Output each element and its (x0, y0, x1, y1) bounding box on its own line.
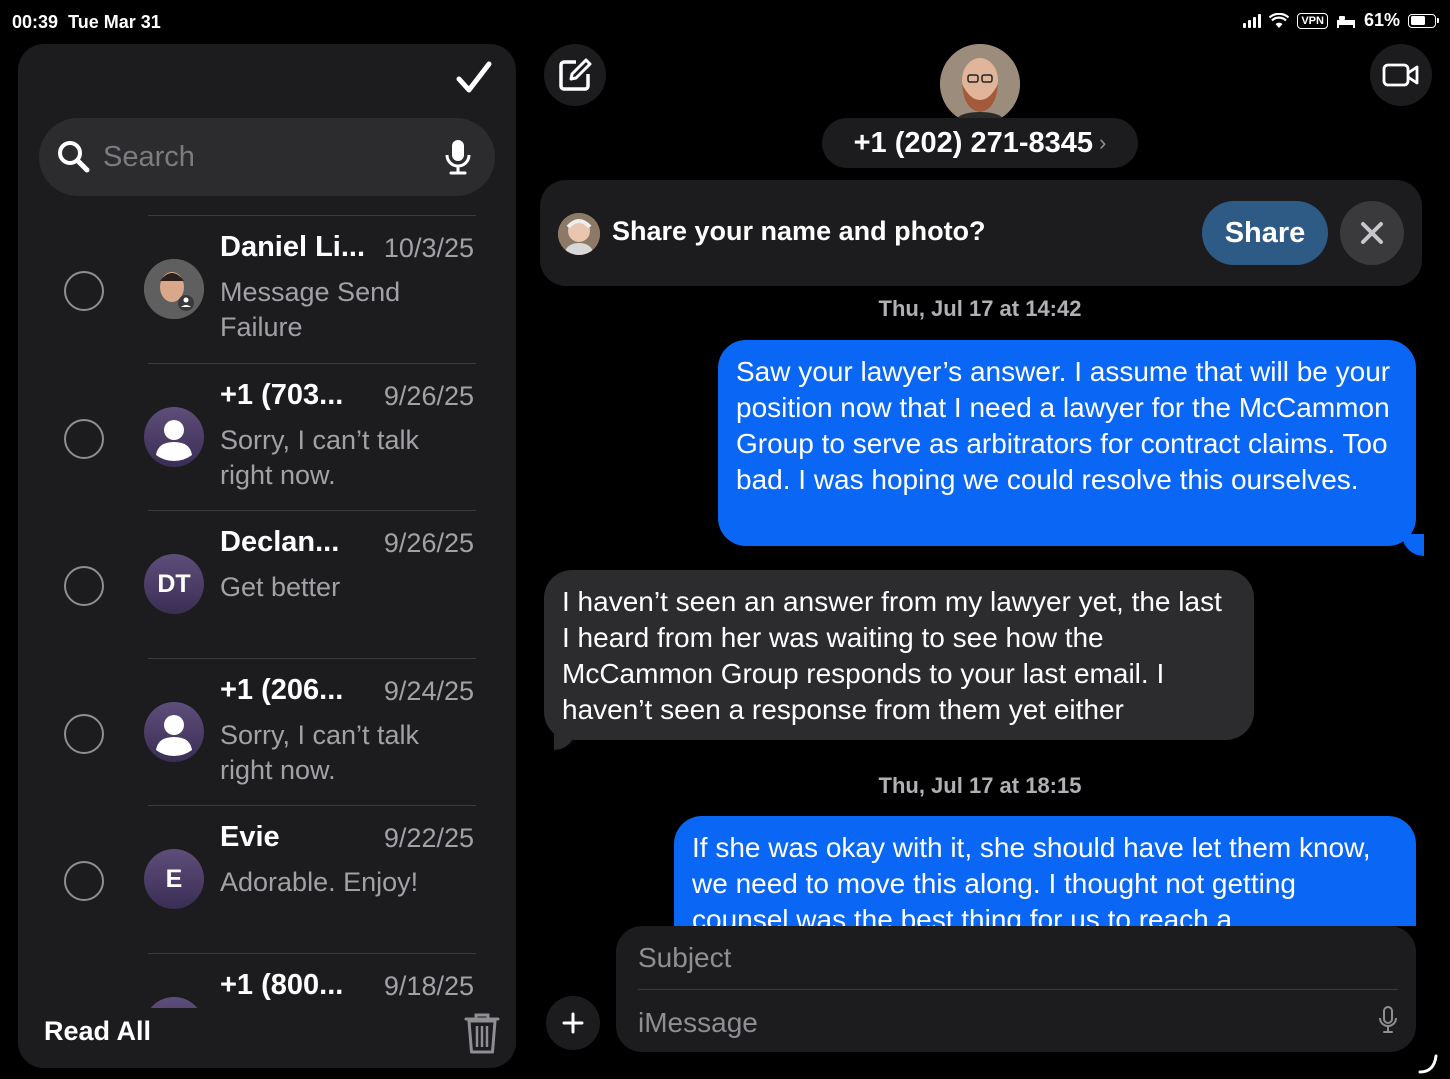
conversation-preview: Sorry, I can’t talk right now. (220, 719, 420, 785)
compose-divider (638, 989, 1398, 990)
conversation-date: 9/26/25 (383, 528, 474, 558)
avatar (144, 406, 204, 467)
clock-time: 00:39 (12, 12, 59, 32)
avatar: DT (144, 554, 204, 614)
cellular-signal-icon (1243, 13, 1262, 28)
contact-avatar[interactable] (940, 44, 1020, 124)
sent-message-bubble[interactable]: If she was okay with it, she should have… (674, 816, 1416, 926)
conversation-row[interactable]: DT Declan... 9/26/25 Get better (18, 510, 516, 658)
compose-new-button[interactable] (544, 44, 606, 106)
contact-photo (940, 44, 1020, 124)
conversation-preview: Sorry, I can’t talk right now. (220, 424, 420, 490)
plus-icon (562, 1012, 584, 1034)
select-radio-button[interactable] (64, 271, 104, 311)
vpn-badge: VPN (1297, 12, 1328, 29)
row-divider (148, 805, 476, 806)
sidebar-toolbar: Read All (18, 1008, 516, 1068)
contact-number: +1 (202) 271-8345 (853, 126, 1094, 159)
sleep-bed-icon (1336, 15, 1355, 28)
row-divider (148, 215, 476, 216)
conversation-date: 9/18/25 (383, 970, 474, 1001)
contact-photo (144, 259, 204, 319)
conversation-name: +1 (800... (220, 968, 344, 1001)
status-bar: 00:39 Tue Mar 31 VPN 61% (0, 0, 1450, 46)
share-button[interactable]: Share (1202, 201, 1328, 265)
dismiss-banner-button[interactable] (1340, 201, 1404, 265)
share-name-photo-banner: Share your name and photo? Share (540, 180, 1422, 286)
conversation-row[interactable]: +1 (703... 9/26/25 Sorry, I can’t talk rig… (18, 362, 516, 511)
facetime-button[interactable] (1370, 44, 1432, 106)
apps-plus-button[interactable] (546, 996, 600, 1050)
conversation-name: Evie (220, 821, 280, 853)
avatar (144, 701, 204, 762)
conversation-sidebar: Daniel Li... 10/3/25 Message Send Failure +… (18, 44, 516, 1068)
select-radio-button[interactable] (64, 861, 104, 901)
chevron-right-icon: › (1099, 130, 1107, 155)
status-time: 00:39 Tue Mar 31 (12, 12, 161, 33)
avatar: E (144, 849, 204, 909)
conversation-preview: Message Send Failure (220, 277, 401, 342)
conversation-list: Daniel Li... 10/3/25 Message Send Failure +… (18, 215, 516, 1068)
imessage-input[interactable] (638, 1003, 1338, 1043)
conversation-name: +1 (703... (220, 378, 344, 411)
sent-message-bubble[interactable]: Saw your lawyer’s answer. I assume that … (718, 340, 1416, 546)
row-divider (148, 952, 476, 954)
bubble-tail (554, 728, 576, 750)
row-divider (148, 362, 476, 364)
dictation-mic-icon[interactable] (443, 138, 473, 176)
row-divider (148, 510, 476, 511)
contact-name-pill[interactable]: +1 (202) 271-8345 › (822, 118, 1138, 168)
received-message-bubble[interactable]: I haven’t seen an answer from my lawyer … (544, 570, 1254, 740)
person-silhouette-icon (156, 714, 192, 756)
avatar-initials: DT (157, 569, 191, 598)
conversation-date: 9/22/25 (383, 823, 474, 853)
avatar-initials: E (165, 864, 183, 893)
subject-input[interactable] (638, 938, 1338, 978)
conversation-date: 9/26/25 (383, 380, 474, 411)
bubble-tail (1402, 534, 1424, 556)
conversation-row[interactable]: Daniel Li... 10/3/25 Message Send Failure (18, 215, 516, 363)
status-indicators: VPN 61% (1243, 10, 1439, 31)
message-timestamp: Thu, Jul 17 at 18:15 (878, 773, 1082, 798)
trash-icon[interactable] (462, 1010, 502, 1056)
battery-fill (1410, 16, 1425, 25)
conversation-row[interactable]: +1 (206... 9/24/25 Sorry, I can’t talk rig… (18, 657, 516, 806)
conversation-preview: Adorable. Enjoy! (220, 867, 419, 897)
search-bar[interactable] (39, 118, 495, 196)
conversation-name: +1 (206... (220, 673, 344, 706)
search-input[interactable] (103, 136, 423, 178)
message-timestamp: Thu, Jul 17 at 14:42 (878, 296, 1082, 321)
select-radio-button[interactable] (64, 566, 104, 606)
share-prompt-text: Share your name and photo? (612, 216, 986, 246)
dictation-mic-icon[interactable] (1378, 1006, 1398, 1034)
video-camera-icon (1382, 63, 1419, 87)
resize-handle-icon[interactable] (1416, 1052, 1440, 1076)
conversation-row[interactable]: E Evie 9/22/25 Adorable. Enjoy! (18, 805, 516, 953)
search-icon (58, 141, 90, 173)
conversation-name: Declan... (220, 526, 340, 558)
conversation-date: 9/24/25 (383, 675, 474, 706)
select-radio-button[interactable] (64, 418, 104, 459)
done-checkmark-icon[interactable] (454, 58, 494, 98)
battery-icon (1408, 13, 1439, 28)
conversation-name: Daniel Li... (220, 231, 366, 263)
conversation-preview: Get better (220, 572, 341, 602)
battery-percent: 61% (1363, 10, 1400, 30)
person-silhouette-icon (156, 419, 192, 461)
wifi-icon (1269, 12, 1290, 28)
clock-date: Tue Mar 31 (68, 12, 161, 32)
row-divider (148, 657, 476, 659)
compose-icon (559, 58, 592, 91)
my-avatar (558, 213, 600, 255)
message-compose-field[interactable] (616, 926, 1416, 1052)
select-radio-button[interactable] (64, 713, 104, 754)
avatar (144, 259, 204, 319)
read-all-button[interactable]: Read All (44, 1016, 151, 1047)
close-icon (1361, 222, 1383, 244)
conversation-date: 10/3/25 (383, 233, 474, 263)
